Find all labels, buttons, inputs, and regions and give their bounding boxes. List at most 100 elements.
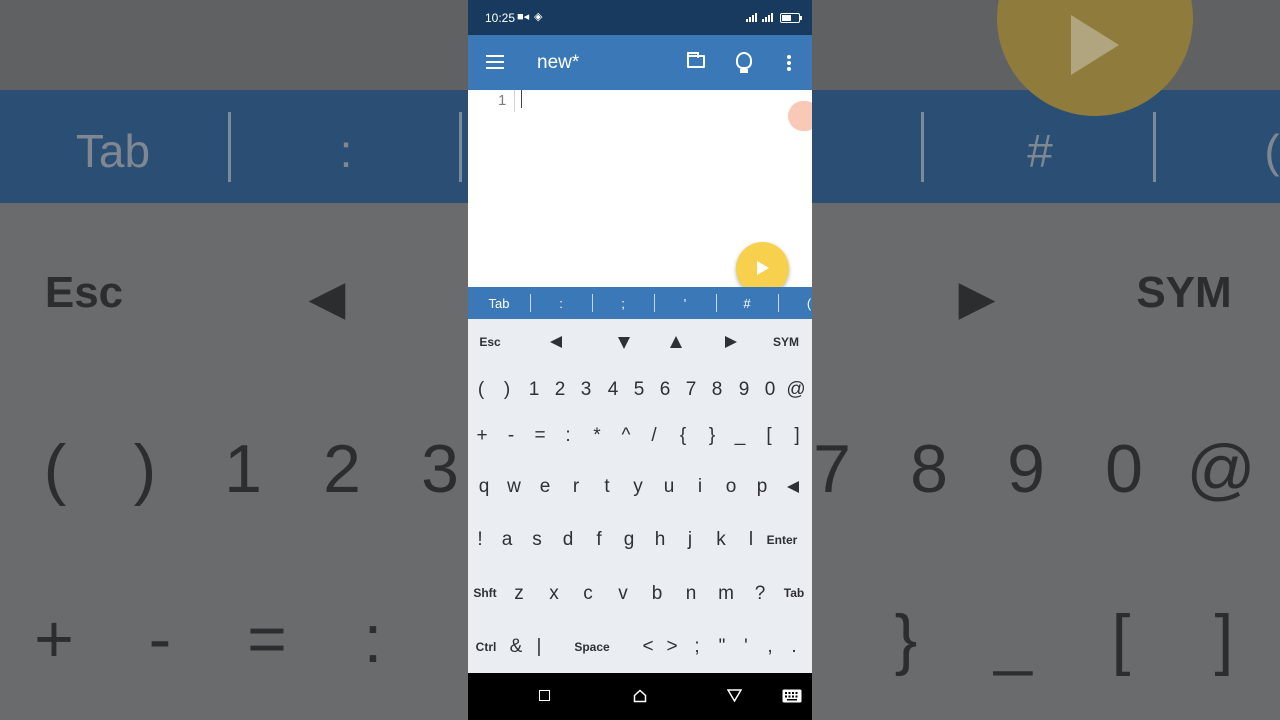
key[interactable]: + (476, 425, 487, 447)
menu-icon[interactable] (486, 55, 504, 69)
key[interactable]: r (573, 476, 579, 498)
key[interactable]: ? (755, 583, 766, 605)
key[interactable]: 0 (765, 379, 776, 401)
signal-icon (746, 12, 757, 22)
key[interactable]: @ (786, 379, 805, 401)
key-ctrl[interactable]: Ctrl (476, 640, 497, 654)
bg-key: _ (994, 601, 1032, 677)
key[interactable]: { (680, 425, 686, 447)
key[interactable]: = (534, 425, 545, 447)
key[interactable]: o (726, 476, 737, 498)
more-vert-icon[interactable] (787, 55, 791, 73)
key[interactable]: [ (766, 425, 771, 447)
key[interactable]: 1 (529, 379, 540, 401)
key[interactable]: _ (735, 425, 746, 447)
key[interactable]: " (719, 636, 726, 658)
key-esc[interactable]: Esc (479, 335, 500, 349)
key-space[interactable]: Space (574, 640, 609, 654)
bg-key: 8 (910, 431, 948, 507)
symbol-key-colon[interactable]: : (559, 296, 563, 311)
key[interactable]: ; (694, 636, 699, 658)
key-tab[interactable]: Tab (784, 586, 804, 600)
key[interactable]: u (664, 476, 675, 498)
key[interactable]: a (502, 529, 513, 551)
key[interactable]: n (686, 583, 697, 605)
key[interactable]: * (593, 425, 600, 447)
key[interactable]: < (642, 636, 653, 658)
bg-key: ( (43, 431, 67, 507)
key[interactable]: k (716, 529, 726, 551)
key[interactable]: - (508, 425, 514, 447)
lightbulb-icon[interactable] (736, 52, 752, 73)
folder-icon[interactable] (687, 52, 705, 68)
key[interactable]: : (565, 425, 570, 447)
key[interactable]: } (709, 425, 715, 447)
key-shift[interactable]: Shft (473, 586, 496, 600)
symbol-key-tab[interactable]: Tab (489, 296, 510, 311)
bg-key: [ (1111, 601, 1131, 677)
key[interactable]: i (698, 476, 702, 498)
key[interactable]: d (563, 529, 574, 551)
key[interactable]: ) (504, 379, 510, 401)
symbol-key-paren[interactable]: ( (807, 296, 811, 311)
bg-key: 2 (323, 431, 361, 507)
key[interactable]: , (767, 636, 772, 658)
home-icon[interactable] (633, 689, 647, 703)
key[interactable]: s (532, 529, 542, 551)
key[interactable]: b (652, 583, 663, 605)
key[interactable]: 2 (555, 379, 566, 401)
key[interactable]: f (596, 529, 601, 551)
key[interactable]: h (655, 529, 666, 551)
key[interactable]: 3 (581, 379, 592, 401)
symbol-key-quote[interactable]: ' (684, 296, 686, 311)
recent-apps-icon[interactable] (539, 690, 550, 701)
key[interactable]: ^ (622, 425, 631, 447)
key-sym[interactable]: SYM (773, 335, 799, 349)
app-bar: new* (468, 35, 812, 90)
key[interactable]: 5 (634, 379, 645, 401)
back-icon[interactable] (727, 689, 742, 702)
key[interactable]: p (757, 476, 768, 498)
key[interactable]: x (549, 583, 559, 605)
key[interactable]: ' (744, 636, 748, 658)
key[interactable]: w (507, 476, 521, 498)
key[interactable]: t (604, 476, 609, 498)
symbol-key-hash[interactable]: # (743, 296, 750, 311)
arrow-up-icon[interactable] (670, 336, 682, 348)
key[interactable]: 6 (660, 379, 671, 401)
key[interactable]: / (651, 425, 656, 447)
backspace-icon[interactable] (787, 481, 799, 493)
key[interactable]: & (510, 636, 523, 658)
symbol-key-semicolon[interactable]: ; (621, 296, 625, 311)
key[interactable]: ( (478, 379, 484, 401)
bg-key: = (247, 601, 287, 677)
key-enter[interactable]: Enter (767, 533, 798, 547)
arrow-right-icon[interactable] (725, 336, 737, 348)
key[interactable]: 7 (686, 379, 697, 401)
keyboard-icon[interactable] (782, 689, 802, 703)
arrow-down-icon[interactable] (618, 337, 630, 349)
key[interactable]: y (633, 476, 643, 498)
layers-icon: ◈ (534, 11, 543, 23)
key[interactable]: e (540, 476, 551, 498)
key[interactable]: z (514, 583, 524, 605)
floating-indicator[interactable] (788, 101, 812, 131)
key[interactable]: v (618, 583, 628, 605)
key[interactable]: 8 (712, 379, 723, 401)
key[interactable]: > (666, 636, 677, 658)
key[interactable]: c (583, 583, 593, 605)
key[interactable]: l (749, 529, 753, 551)
symbol-separator (778, 294, 779, 312)
key[interactable]: 4 (608, 379, 619, 401)
key[interactable]: . (791, 636, 796, 658)
key[interactable]: q (479, 476, 490, 498)
key[interactable]: g (624, 529, 635, 551)
key[interactable]: 9 (739, 379, 750, 401)
text-cursor (521, 90, 522, 108)
key[interactable]: | (537, 636, 542, 658)
key[interactable]: ! (477, 529, 482, 551)
key[interactable]: ] (794, 425, 799, 447)
key[interactable]: j (688, 529, 692, 551)
arrow-left-icon[interactable] (550, 336, 562, 348)
key[interactable]: m (718, 583, 734, 605)
